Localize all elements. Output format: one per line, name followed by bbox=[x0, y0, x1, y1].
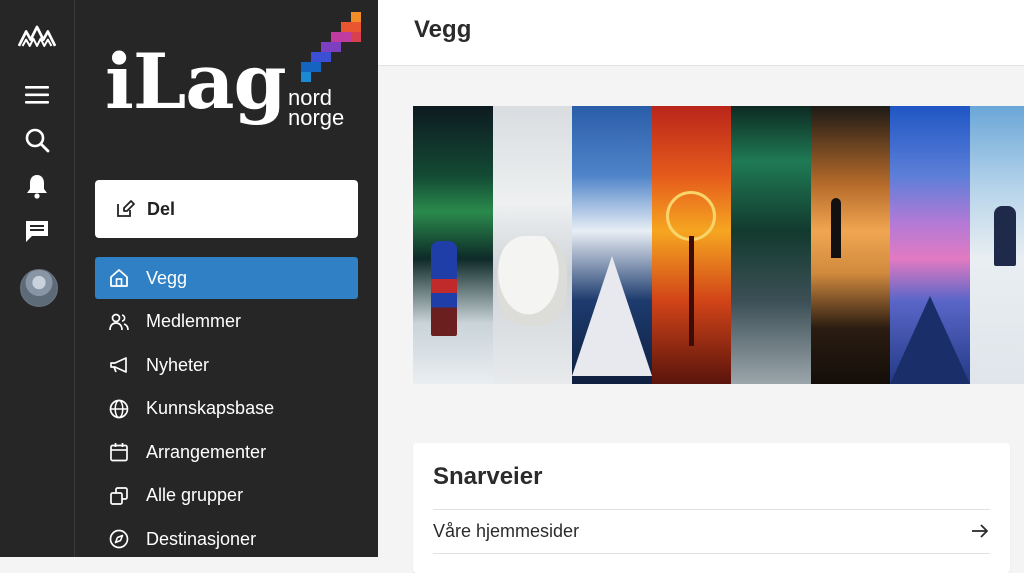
divider bbox=[433, 509, 990, 510]
brand-name: iLag bbox=[105, 44, 286, 120]
avatar[interactable] bbox=[20, 269, 58, 307]
nav-item-alle-grupper[interactable]: Alle grupper bbox=[95, 475, 358, 517]
nav-item-arrangementer[interactable]: Arrangementer bbox=[95, 431, 358, 473]
nav-item-vegg[interactable]: Vegg bbox=[95, 257, 358, 299]
banner-strip-globe-sunset bbox=[652, 106, 732, 384]
home-icon bbox=[108, 267, 130, 289]
nav-item-kunnskapsbase[interactable]: Kunnskapsbase bbox=[95, 388, 358, 430]
logo-pixel bbox=[311, 52, 321, 62]
brand-logo[interactable]: iLag nord norge bbox=[105, 8, 365, 148]
nav-item-medlemmer[interactable]: Medlemmer bbox=[95, 301, 358, 343]
logo-pixel bbox=[321, 52, 331, 62]
logo-pixel bbox=[301, 62, 311, 72]
brand-subtitle: nord norge bbox=[288, 88, 344, 128]
logo-pixel bbox=[341, 32, 351, 42]
banner-collage bbox=[413, 106, 1024, 384]
nav-item-label: Alle grupper bbox=[146, 485, 243, 506]
globe-icon bbox=[108, 398, 130, 420]
nav-item-destinasjoner[interactable]: Destinasjoner bbox=[95, 518, 358, 560]
shortcut-link-label: Våre hjemmesider bbox=[433, 521, 579, 542]
megaphone-icon bbox=[108, 354, 130, 376]
logo-pixel bbox=[351, 22, 361, 32]
mountain-logo-icon[interactable] bbox=[18, 17, 56, 55]
nav-item-nyheter[interactable]: Nyheter bbox=[95, 344, 358, 386]
navigation-sidebar: iLag nord norge Del bbox=[75, 0, 378, 557]
nav-item-label: Vegg bbox=[146, 268, 187, 289]
logo-pixel bbox=[341, 22, 351, 32]
chat-icon[interactable] bbox=[18, 212, 56, 250]
icon-rail bbox=[0, 0, 75, 557]
menu-icon[interactable] bbox=[18, 76, 56, 114]
edit-icon bbox=[115, 199, 135, 219]
logo-pixel bbox=[301, 72, 311, 82]
banner-strip-arctic-cathedral bbox=[572, 106, 652, 384]
share-button-label: Del bbox=[147, 199, 175, 220]
main-content: Vegg Snarveier Våre hjemmesider bbox=[378, 0, 1024, 557]
shortcuts-title: Snarveier bbox=[433, 463, 542, 491]
logo-pixel bbox=[331, 32, 341, 42]
bell-icon[interactable] bbox=[18, 167, 56, 205]
search-icon[interactable] bbox=[18, 121, 56, 159]
shortcut-link[interactable]: Våre hjemmesider bbox=[433, 511, 990, 551]
arrow-right-icon bbox=[970, 522, 990, 540]
share-button[interactable]: Del bbox=[95, 180, 358, 238]
logo-pixel bbox=[351, 32, 361, 42]
nav-item-label: Arrangementer bbox=[146, 442, 266, 463]
logo-pixel bbox=[351, 12, 361, 22]
shortcuts-card: Snarveier Våre hjemmesider bbox=[413, 443, 1010, 573]
logo-pixel bbox=[331, 42, 341, 52]
banner-strip-polar-bear bbox=[493, 106, 573, 384]
banner-strip-blue-mountains bbox=[890, 106, 970, 384]
nav-item-label: Kunnskapsbase bbox=[146, 398, 274, 419]
banner-strip-fisherman bbox=[811, 106, 891, 384]
calendar-icon bbox=[108, 441, 130, 463]
nav-item-label: Destinasjoner bbox=[146, 529, 256, 550]
logo-pixel bbox=[321, 42, 331, 52]
page-header: Vegg bbox=[378, 0, 1024, 66]
brand-sub-line2: norge bbox=[288, 108, 344, 128]
banner-strip-dog-sled bbox=[970, 106, 1024, 384]
nav-menu: Vegg Medlemmer Nyheter Kunnskapsbase Arr… bbox=[95, 257, 358, 562]
logo-pixel bbox=[311, 62, 321, 72]
compass-icon bbox=[108, 528, 130, 550]
groups-icon bbox=[108, 485, 130, 507]
nav-item-label: Nyheter bbox=[146, 355, 209, 376]
nav-item-label: Medlemmer bbox=[146, 311, 241, 332]
divider bbox=[433, 553, 990, 554]
users-icon bbox=[108, 311, 130, 333]
page-title: Vegg bbox=[414, 16, 471, 44]
banner-strip-green-aurora bbox=[731, 106, 811, 384]
banner-strip-aurora-sami bbox=[413, 106, 493, 384]
